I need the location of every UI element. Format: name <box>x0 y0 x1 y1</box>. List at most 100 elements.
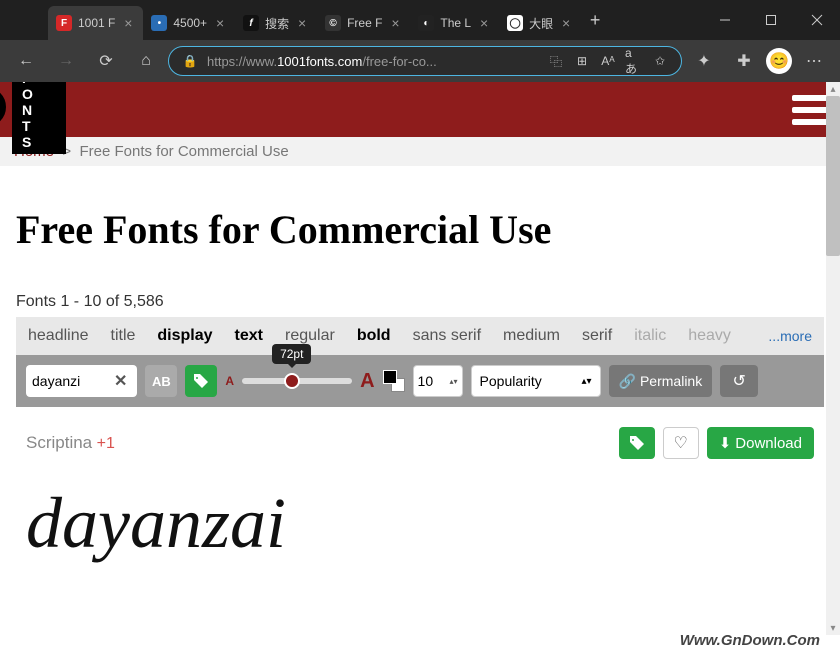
tag-regular[interactable]: regular <box>285 327 335 345</box>
tab-5-label: 大眼 <box>529 15 553 32</box>
sort-select[interactable]: Popularity ▴▾ <box>471 365 601 397</box>
tab-2[interactable]: f 搜索 × <box>235 6 317 40</box>
tab-5-favicon: ◯ <box>507 15 523 31</box>
extensions-button[interactable]: ✦ <box>686 43 722 79</box>
slider-tooltip: 72pt <box>272 344 311 364</box>
tab-3-favicon: © <box>325 15 341 31</box>
size-slider[interactable]: 72pt <box>242 378 352 384</box>
list-size-input[interactable]: 10 ▴▾ <box>413 365 463 397</box>
close-window-button[interactable] <box>794 4 840 36</box>
font-actions: ♡ ⬇ Download <box>619 427 814 459</box>
permalink-button[interactable]: 🔗 Permalink <box>609 365 713 397</box>
tab-0-label: 1001 F <box>78 16 115 30</box>
scroll-down-icon[interactable]: ▾ <box>826 621 840 635</box>
new-tab-button[interactable]: + <box>581 6 609 34</box>
collections-button[interactable]: ✚ <box>726 43 762 79</box>
tag-icon <box>193 373 209 389</box>
minimize-button[interactable] <box>702 4 748 36</box>
main-content: Free Fonts for Commercial Use Fonts 1 - … <box>0 166 840 607</box>
window-titlebar: F 1001 F × • 4500+ × f 搜索 × © Free F × ◐… <box>0 0 840 40</box>
back-button[interactable]: ← <box>8 43 44 79</box>
tab-3[interactable]: © Free F × <box>317 6 410 40</box>
window-controls <box>702 4 840 36</box>
chevron-updown-icon: ▴▾ <box>581 376 591 387</box>
tab-0[interactable]: F 1001 F × <box>48 6 143 40</box>
tag-serif[interactable]: serif <box>582 327 612 345</box>
slider-thumb[interactable] <box>284 373 300 389</box>
tab-strip: F 1001 F × • 4500+ × f 搜索 × © Free F × ◐… <box>0 0 702 40</box>
tag-italic[interactable]: italic <box>634 327 666 345</box>
tab-4-favicon: ◐ <box>418 15 434 31</box>
tab-4-label: The L <box>440 16 471 30</box>
tag-bold[interactable]: bold <box>357 327 391 345</box>
undo-icon: ↺ <box>733 371 746 391</box>
tab-1-favicon: • <box>151 15 167 31</box>
site-logo[interactable]: F O N T S <box>0 87 66 132</box>
font-preview[interactable]: dayanzai <box>26 467 814 581</box>
menu-button[interactable]: ⋯ <box>796 43 832 79</box>
url-input[interactable]: 🔒 https://www.1001fonts.com/free-for-co.… <box>168 46 682 76</box>
hamburger-menu-icon[interactable] <box>792 95 828 125</box>
font-item-header: Scriptina +1 ♡ ⬇ Download <box>26 427 814 459</box>
download-button[interactable]: ⬇ Download <box>707 427 814 459</box>
stepper-arrows-icon[interactable]: ▴▾ <box>450 377 458 386</box>
favorite-button[interactable]: ♡ <box>663 427 699 459</box>
tab-1[interactable]: • 4500+ × <box>143 6 235 40</box>
result-count: Fonts 1 - 10 of 5,586 <box>16 293 824 311</box>
heart-icon: ♡ <box>674 433 688 453</box>
forward-button[interactable]: → <box>48 43 84 79</box>
pricetag-button[interactable] <box>185 365 217 397</box>
tab-5-close-icon[interactable]: × <box>559 16 573 30</box>
preview-controls: ✕ AB A 72pt A 10 ▴▾ Popularity ▴▾ <box>16 355 824 407</box>
preview-text-input[interactable] <box>32 373 110 389</box>
tag-display[interactable]: display <box>157 327 212 345</box>
page-viewport: F O N T S Home > Free Fonts for Commerci… <box>0 82 840 657</box>
tab-2-close-icon[interactable]: × <box>295 16 309 30</box>
fg-color-icon <box>383 370 397 384</box>
tab-5[interactable]: ◯ 大眼 × <box>499 6 581 40</box>
reader-icon[interactable]: ⿻ <box>547 52 565 70</box>
tag-heavy[interactable]: heavy <box>688 327 731 345</box>
scroll-thumb[interactable] <box>826 96 840 256</box>
size-big-icon: A <box>360 370 374 393</box>
tab-2-label: 搜索 <box>265 15 289 32</box>
tag-title[interactable]: title <box>111 327 136 345</box>
font-name[interactable]: Scriptina <box>26 433 92 452</box>
tag-icon <box>629 435 645 451</box>
reset-button[interactable]: ↺ <box>720 365 758 397</box>
color-swatch[interactable] <box>383 370 405 392</box>
tab-2-favicon: f <box>243 15 259 31</box>
profile-avatar[interactable]: 😊 <box>766 48 792 74</box>
tab-4[interactable]: ◐ The L × <box>410 6 499 40</box>
scrollbar[interactable]: ▴ ▾ <box>826 82 840 635</box>
tab-0-close-icon[interactable]: × <box>121 16 135 30</box>
tag-more[interactable]: ...more <box>768 328 812 344</box>
tab-1-close-icon[interactable]: × <box>213 16 227 30</box>
clear-input-icon[interactable]: ✕ <box>110 371 131 391</box>
tab-0-favicon: F <box>56 15 72 31</box>
link-icon: 🔗 <box>619 373 636 390</box>
tab-4-close-icon[interactable]: × <box>477 16 491 30</box>
breadcrumb: Home > Free Fonts for Commercial Use <box>0 137 840 166</box>
address-bar: ← → ⟳ ⌂ 🔒 https://www.1001fonts.com/free… <box>0 40 840 82</box>
translate-icon[interactable]: aあ <box>625 52 643 70</box>
font-tag-button[interactable] <box>619 427 655 459</box>
refresh-button[interactable]: ⟳ <box>88 43 124 79</box>
tag-text[interactable]: text <box>235 327 263 345</box>
qr-icon[interactable]: ⊞ <box>573 52 591 70</box>
tag-headline[interactable]: headline <box>28 327 89 345</box>
tab-3-label: Free F <box>347 16 382 30</box>
lorem-button[interactable]: AB <box>145 365 177 397</box>
text-size-icon[interactable]: Aᴬ <box>599 52 617 70</box>
preview-text-input-wrap: ✕ <box>26 365 137 397</box>
maximize-button[interactable] <box>748 4 794 36</box>
page-title: Free Fonts for Commercial Use <box>16 206 824 253</box>
scroll-up-icon[interactable]: ▴ <box>826 82 840 96</box>
tag-sansserif[interactable]: sans serif <box>413 327 481 345</box>
home-button[interactable]: ⌂ <box>128 43 164 79</box>
tag-medium[interactable]: medium <box>503 327 560 345</box>
filter-tags: headline title display text regular bold… <box>16 317 824 355</box>
tab-3-close-icon[interactable]: × <box>388 16 402 30</box>
size-small-icon: A <box>225 374 234 388</box>
favorite-icon[interactable]: ✩ <box>651 52 669 70</box>
